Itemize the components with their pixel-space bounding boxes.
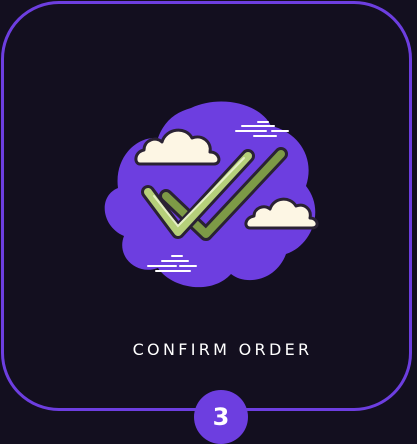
confirm-illustration (96, 96, 326, 296)
step-number-badge: 3 (194, 390, 248, 444)
step-screen: CONFIRM ORDER 3 (0, 0, 417, 444)
double-checkmark-icon (104, 101, 319, 288)
step-label: CONFIRM ORDER (132, 340, 313, 359)
